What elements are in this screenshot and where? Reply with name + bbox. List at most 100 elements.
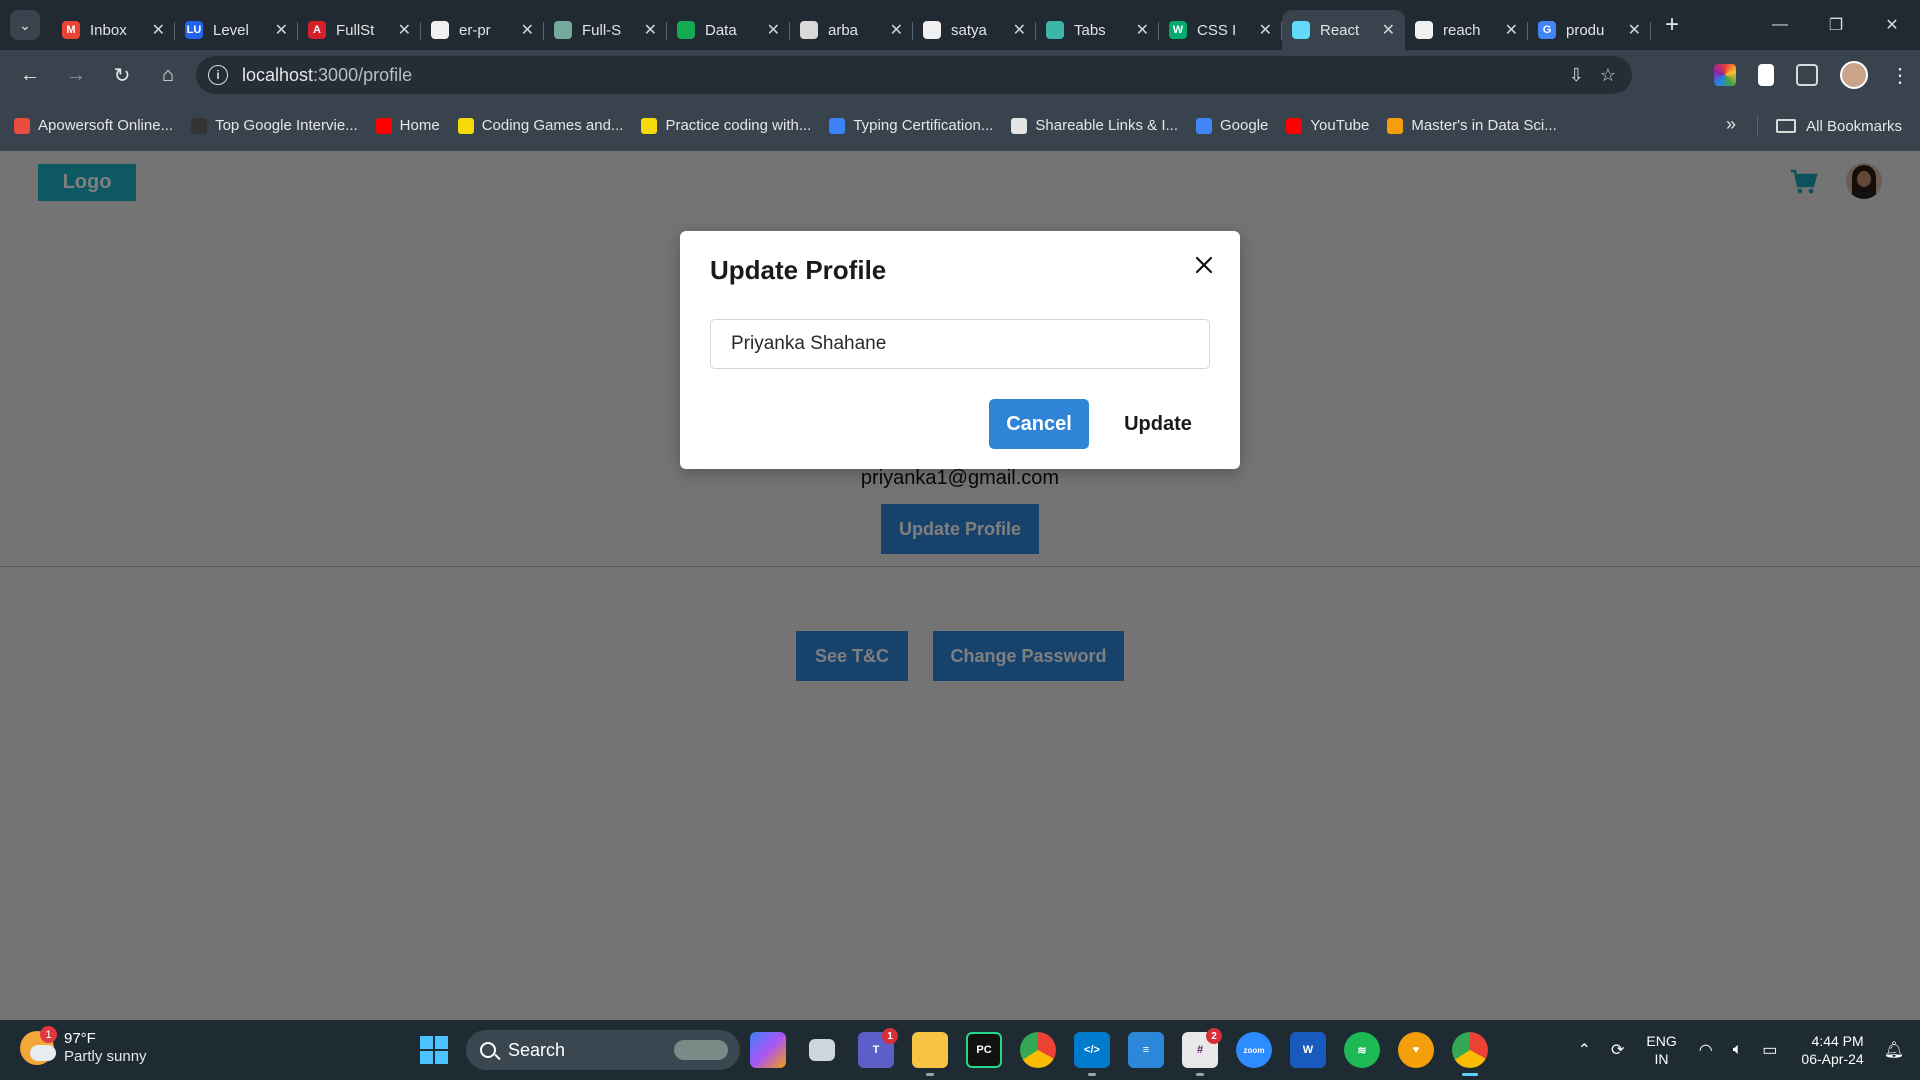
teams-icon[interactable]: T1 — [858, 1028, 898, 1068]
menu-kebab-icon[interactable]: ⋮ — [1890, 63, 1910, 88]
forward-button[interactable]: → — [56, 55, 96, 95]
tab-close-icon[interactable]: ✕ — [1136, 20, 1149, 40]
cancel-button[interactable]: Cancel — [989, 399, 1089, 449]
browser-tab[interactable]: LU Level ✕ — [175, 10, 298, 50]
sync-icon[interactable]: ⟳ — [1611, 1040, 1624, 1060]
browser-toolbar: ← → ↻ ⌂ i localhost:3000/profile ⇩ ☆ ⋮ — [0, 50, 1920, 100]
address-bar[interactable]: i localhost:3000/profile ⇩ ☆ — [196, 56, 1632, 94]
close-icon[interactable] — [1192, 253, 1216, 277]
bookmark-item[interactable]: Apowersoft Online... — [14, 117, 173, 134]
new-tab-button[interactable]: + — [1657, 10, 1687, 40]
all-bookmarks-button[interactable]: All Bookmarks — [1757, 115, 1902, 137]
reader-extension-icon[interactable] — [1758, 64, 1774, 86]
minimize-button[interactable]: — — [1752, 0, 1808, 50]
weather-widget[interactable]: 1 97°F Partly sunny — [20, 1026, 147, 1066]
bookmark-item[interactable]: Master's in Data Sci... — [1387, 117, 1557, 134]
tab-close-icon[interactable]: ✕ — [1382, 20, 1395, 40]
tab-close-icon[interactable]: ✕ — [521, 20, 534, 40]
notepad-icon[interactable]: ≡ — [1128, 1032, 1164, 1068]
url-host: localhost — [242, 64, 314, 85]
browser-tab[interactable]: Data ✕ — [667, 10, 790, 50]
brave-shield-icon[interactable]: ♥ — [1398, 1032, 1434, 1068]
browser-tab[interactable]: A FullSt ✕ — [298, 10, 421, 50]
home-button[interactable]: ⌂ — [148, 55, 188, 95]
bookmark-item[interactable]: Google — [1196, 117, 1268, 134]
bookmark-item[interactable]: YouTube — [1286, 117, 1369, 134]
browser-tab[interactable]: Gprodu ✕ — [1528, 10, 1651, 50]
browser-tab[interactable]: W CSS I ✕ — [1159, 10, 1282, 50]
spotify-icon[interactable]: ≋ — [1344, 1032, 1380, 1068]
bookmark-item[interactable]: Top Google Intervie... — [191, 117, 358, 134]
tab-close-icon[interactable]: ✕ — [644, 20, 657, 40]
bookmark-item[interactable]: Typing Certification... — [829, 117, 993, 134]
site-info-icon[interactable]: i — [208, 65, 228, 85]
browser-tab[interactable]: reach ✕ — [1405, 10, 1528, 50]
back-button[interactable]: ← — [10, 55, 50, 95]
clock[interactable]: 4:44 PM 06-Apr-24 — [1801, 1032, 1863, 1068]
vscode-icon[interactable]: </> — [1074, 1032, 1110, 1076]
chevron-up-icon[interactable]: ⌃ — [1578, 1040, 1591, 1060]
copilot-icon[interactable] — [750, 1032, 786, 1068]
bookmark-favicon-icon — [1387, 117, 1404, 134]
bookmark-label: Master's in Data Sci... — [1411, 117, 1557, 134]
tab-title: satya — [951, 21, 987, 39]
browser-tab[interactable]: er-pr ✕ — [421, 10, 544, 50]
browser-tab[interactable]: satya ✕ — [913, 10, 1036, 50]
browser-tab[interactable]: Full-S ✕ — [544, 10, 667, 50]
task-view-icon[interactable] — [809, 1039, 835, 1061]
tab-close-icon[interactable]: ✕ — [1259, 20, 1272, 40]
tab-close-icon[interactable]: ✕ — [1505, 20, 1518, 40]
reload-button[interactable]: ↻ — [102, 55, 142, 95]
name-input[interactable] — [710, 319, 1210, 369]
color-extension-icon[interactable] — [1714, 64, 1736, 86]
notification-bell-icon[interactable]: 🔔︎ — [1884, 1040, 1904, 1060]
restore-button[interactable]: ❐ — [1808, 0, 1864, 50]
more-bookmarks-icon[interactable]: » — [1726, 114, 1736, 135]
install-app-icon[interactable]: ⇩ — [1569, 65, 1584, 86]
extensions-puzzle-icon[interactable] — [1796, 64, 1818, 86]
url-text[interactable]: localhost:3000/profile — [242, 65, 412, 86]
bookmarks-bar: Apowersoft Online... Top Google Intervie.… — [0, 100, 1920, 151]
teams-badge: 1 — [882, 1028, 898, 1044]
zoom-icon[interactable]: zoom — [1236, 1032, 1272, 1068]
slack-icon[interactable]: #2 — [1182, 1028, 1222, 1076]
windows-taskbar: 1 97°F Partly sunny Search T1 PC </> ≡ #… — [0, 1020, 1920, 1080]
language-indicator[interactable]: ENG IN — [1646, 1032, 1676, 1068]
browser-tab[interactable]: React ✕ — [1282, 10, 1405, 50]
browser-tab[interactable]: M Inbox ✕ — [52, 10, 175, 50]
taskbar-search[interactable]: Search — [466, 1030, 740, 1070]
tab-close-icon[interactable]: ✕ — [1628, 20, 1641, 40]
speaker-icon[interactable]: 🔈︎ — [1733, 1041, 1743, 1059]
system-tray: ⌃ ⟳ ENG IN ◠ 🔈︎ ▭ 4:44 PM 06-Apr-24 🔔︎ — [1568, 1020, 1920, 1080]
windows-start-icon[interactable] — [420, 1036, 448, 1064]
tab-close-icon[interactable]: ✕ — [890, 20, 903, 40]
update-button[interactable]: Update — [1103, 399, 1213, 449]
tab-search-button[interactable]: ⌄ — [10, 10, 40, 40]
all-bookmarks-label: All Bookmarks — [1806, 117, 1902, 135]
chrome-profile-icon[interactable] — [1452, 1032, 1488, 1076]
tab-close-icon[interactable]: ✕ — [1013, 20, 1026, 40]
tab-close-icon[interactable]: ✕ — [275, 20, 288, 40]
close-window-button[interactable]: ✕ — [1864, 0, 1920, 50]
tab-close-icon[interactable]: ✕ — [398, 20, 411, 40]
file-explorer-icon[interactable] — [912, 1032, 948, 1076]
bookmark-item[interactable]: Home — [375, 117, 440, 134]
browser-tab[interactable]: Tabs ✕ — [1036, 10, 1159, 50]
bookmark-star-icon[interactable]: ☆ — [1600, 65, 1616, 86]
bookmark-label: Typing Certification... — [853, 117, 994, 134]
chrome-icon[interactable] — [1020, 1032, 1056, 1068]
bookmark-favicon-icon — [1011, 117, 1028, 134]
tab-close-icon[interactable]: ✕ — [767, 20, 780, 40]
update-profile-modal: Update Profile Cancel Update — [680, 231, 1240, 469]
wifi-icon[interactable]: ◠ — [1699, 1040, 1713, 1060]
browser-tab[interactable]: arba ✕ — [790, 10, 913, 50]
bookmark-item[interactable]: Coding Games and... — [457, 117, 623, 134]
bookmark-favicon-icon — [829, 117, 846, 134]
word-icon[interactable]: W — [1290, 1032, 1326, 1068]
bookmark-item[interactable]: Practice coding with... — [641, 117, 811, 134]
profile-avatar[interactable] — [1840, 61, 1868, 89]
tab-close-icon[interactable]: ✕ — [152, 20, 165, 40]
battery-icon[interactable]: ▭ — [1762, 1040, 1777, 1060]
pycharm-icon[interactable]: PC — [966, 1032, 1002, 1068]
bookmark-item[interactable]: Shareable Links & I... — [1011, 117, 1178, 134]
